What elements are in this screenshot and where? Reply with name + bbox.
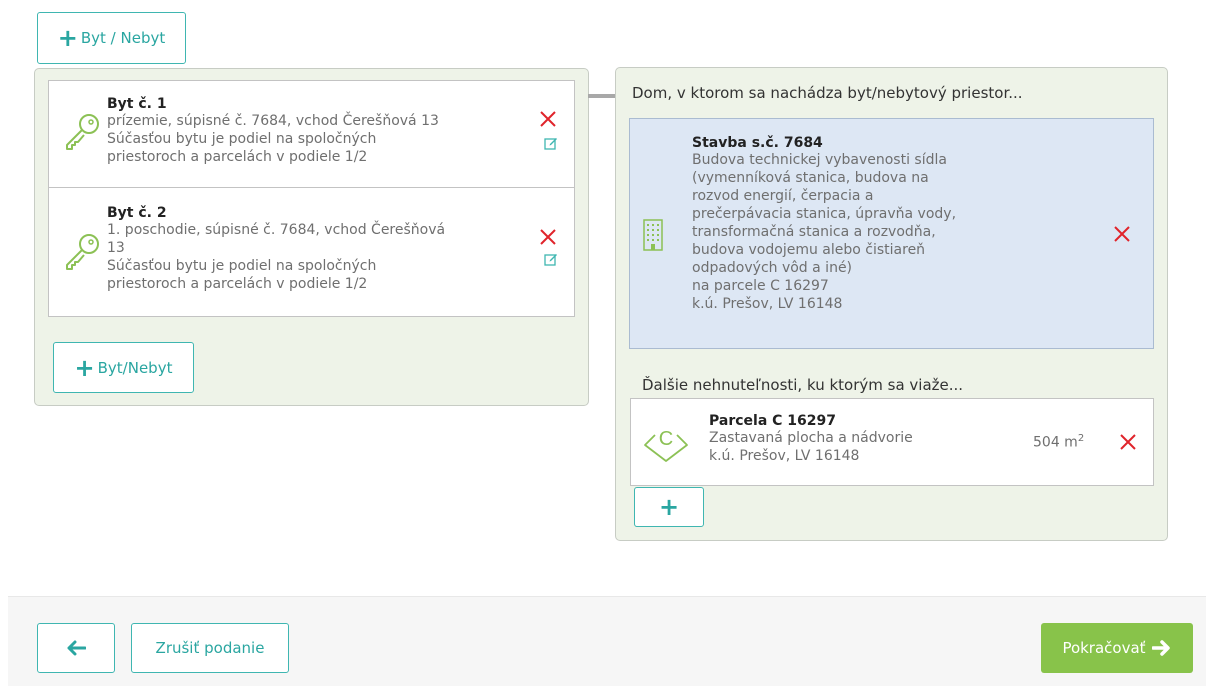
building-line-8: na parcele C 16297	[692, 278, 829, 294]
arrow-left-icon	[67, 640, 86, 656]
continue-label: Pokračovať	[1062, 639, 1146, 657]
connector-line	[588, 94, 616, 98]
add-unit-top-button[interactable]: + Byt / Nebyt	[37, 12, 186, 64]
plus-icon: +	[74, 353, 95, 382]
parcel-title: Parcela C 16297	[709, 413, 837, 429]
unit-1-line-1: prízemie, súpisné č. 7684, vchod Čerešňo…	[107, 113, 439, 129]
plus-icon: +	[57, 24, 78, 52]
building-card: Stavba s.č. 7684 Budova technickej vybav…	[629, 118, 1154, 349]
key-icon	[66, 234, 99, 270]
unit-2-line-3: Súčasťou bytu je podiel na spoločných	[107, 258, 377, 274]
edit-unit-1-icon[interactable]	[544, 136, 558, 150]
plus-icon: +	[658, 493, 680, 521]
unit-card-1: Byt č. 1 prízemie, súpisné č. 7684, vcho…	[48, 80, 575, 188]
building-line-4: prečerpávacia stanica, úpravňa vody,	[692, 206, 957, 222]
unit-card-2: Byt č. 2 1. poschodie, súpisné č. 7684, …	[48, 187, 575, 317]
unit-1-title: Byt č. 1	[107, 96, 167, 112]
building-heading: Dom, v ktorom sa nachádza byt/nebytový p…	[632, 84, 1023, 102]
continue-button[interactable]: Pokračovať	[1041, 623, 1193, 673]
add-unit-top-label: Byt / Nebyt	[80, 29, 166, 47]
building-line-5: transformačná stanica a rozvodňa,	[692, 224, 936, 240]
unit-1-line-3: priestoroch a parcelách v podiele 1/2	[107, 149, 368, 165]
building-icon	[643, 219, 663, 251]
cancel-filing-button[interactable]: Zrušiť podanie	[131, 623, 289, 673]
delete-parcel-icon[interactable]	[1119, 433, 1137, 451]
delete-unit-2-icon[interactable]	[539, 228, 557, 246]
add-parcel-button[interactable]: +	[634, 487, 704, 527]
building-line-9: k.ú. Prešov, LV 16148	[692, 296, 843, 312]
parcel-line-1: Zastavaná plocha a nádvorie	[709, 430, 913, 446]
related-heading: Ďalšie nehnuteľnosti, ku ktorým sa viaže…	[642, 376, 964, 394]
unit-2-line-1: 1. poschodie, súpisné č. 7684, vchod Čer…	[107, 222, 446, 238]
parcel-area: 504 m2	[1033, 433, 1084, 451]
edit-unit-2-icon[interactable]	[544, 252, 558, 266]
parcel-area-value: 504 m	[1033, 434, 1078, 451]
add-unit-button[interactable]: + Byt/Nebyt	[53, 342, 194, 393]
building-line-7: odpadových vôd a iné)	[692, 260, 853, 276]
building-line-3: rozvod energií, čerpacia a	[692, 188, 874, 204]
unit-2-line-2: 13	[107, 240, 125, 256]
delete-unit-1-icon[interactable]	[539, 110, 557, 128]
building-line-1: Budova technickej vybavenosti sídla	[692, 152, 947, 168]
building-line-6: budova vodojemu alebo čistiareň	[692, 242, 926, 258]
unit-2-line-4: priestoroch a parcelách v podiele 1/2	[107, 276, 368, 292]
parcel-card: C Parcela C 16297 Zastavaná plocha a nád…	[630, 398, 1154, 486]
building-line-2: (vymenníková stanica, budova na	[692, 170, 929, 186]
delete-building-icon[interactable]	[1113, 225, 1131, 243]
building-title: Stavba s.č. 7684	[692, 135, 823, 151]
unit-1-line-2: Súčasťou bytu je podiel na spoločných	[107, 131, 377, 147]
arrow-right-icon	[1151, 640, 1170, 656]
parcel-area-sup: 2	[1077, 433, 1085, 444]
back-button[interactable]	[37, 623, 115, 673]
unit-2-title: Byt č. 2	[107, 205, 167, 221]
cancel-filing-label: Zrušiť podanie	[155, 639, 265, 657]
parcel-icon: C	[644, 428, 688, 462]
parcel-line-2: k.ú. Prešov, LV 16148	[709, 448, 860, 464]
svg-text:C: C	[659, 428, 673, 450]
add-unit-label: Byt/Nebyt	[97, 358, 173, 377]
key-icon	[66, 114, 99, 150]
